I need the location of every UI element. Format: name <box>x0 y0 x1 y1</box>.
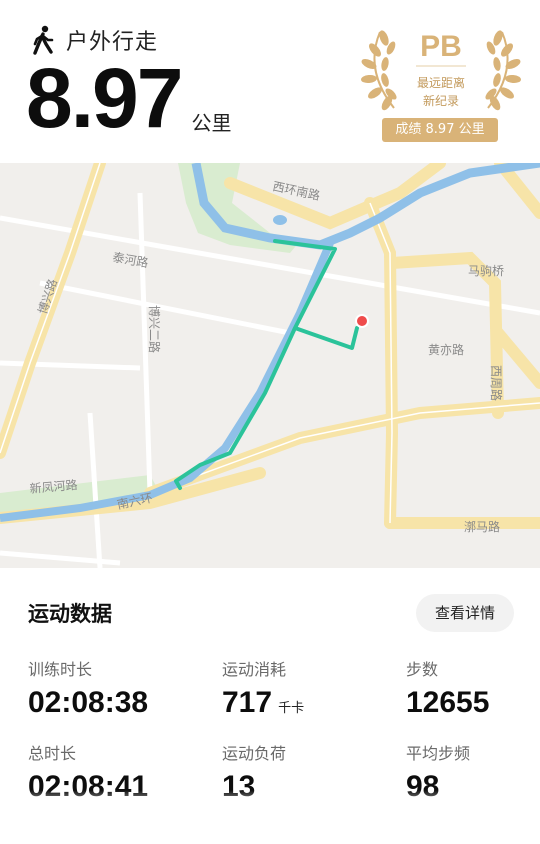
map-label-huangyi-road: 黄亦路 <box>428 342 464 357</box>
stat-label: 总时长 <box>28 744 77 763</box>
distance-summary: 8.97 公里 <box>26 56 232 140</box>
stat-value: 717 <box>222 686 273 719</box>
map-label-majuqiao: 马驹桥 <box>468 263 504 278</box>
pb-result: 成绩 8.97 公里 <box>382 118 498 142</box>
distance-value: 8.97 <box>26 51 183 145</box>
map-label-xizhou-road: 西周路 <box>489 365 504 401</box>
map-label-huoma-road: 漷马路 <box>464 519 500 534</box>
workout-header: 户外行走 8.97 公里 PB 最远距离 新纪录 成绩 8.97 公里 <box>0 0 540 163</box>
route-map-canvas: 西环南路 泰河路 博兴路 博兴二路 马驹桥 黄亦路 西周路 新凤河路 南六环 漷… <box>0 163 540 568</box>
stat-label: 运动负荷 <box>222 744 287 763</box>
view-details-button[interactable]: 查看详情 <box>416 594 514 632</box>
pb-title: PB <box>420 30 462 63</box>
pb-subtitle: 最远距离 <box>416 76 465 90</box>
stat-label: 步数 <box>406 660 439 679</box>
stat-steps: 步数 12655 <box>406 656 489 720</box>
route-end-marker <box>355 314 369 328</box>
stat-label: 平均步频 <box>406 744 471 763</box>
stat-calories: 运动消耗 717 千卡 <box>222 656 304 720</box>
stat-unit: 千卡 <box>278 701 305 716</box>
stat-label: 训练时长 <box>28 660 93 679</box>
route-map[interactable]: 西环南路 泰河路 博兴路 博兴二路 马驹桥 黄亦路 西周路 新凤河路 南六环 漷… <box>0 163 540 568</box>
stat-training-duration: 训练时长 02:08:38 <box>28 656 148 720</box>
distance-unit: 公里 <box>191 111 232 135</box>
pb-record-label: 新纪录 <box>422 94 459 108</box>
map-label-boxing-second-road: 博兴二路 <box>147 305 162 353</box>
stat-label: 运动消耗 <box>222 660 287 679</box>
stat-value: 12655 <box>406 686 490 719</box>
stats-title: 运动数据 <box>28 602 112 626</box>
personal-best-badge: PB 最远距离 新纪录 成绩 8.97 公里 <box>360 22 522 146</box>
bottom-fade-overlay <box>0 790 540 844</box>
stat-value: 02:08:38 <box>28 686 149 719</box>
